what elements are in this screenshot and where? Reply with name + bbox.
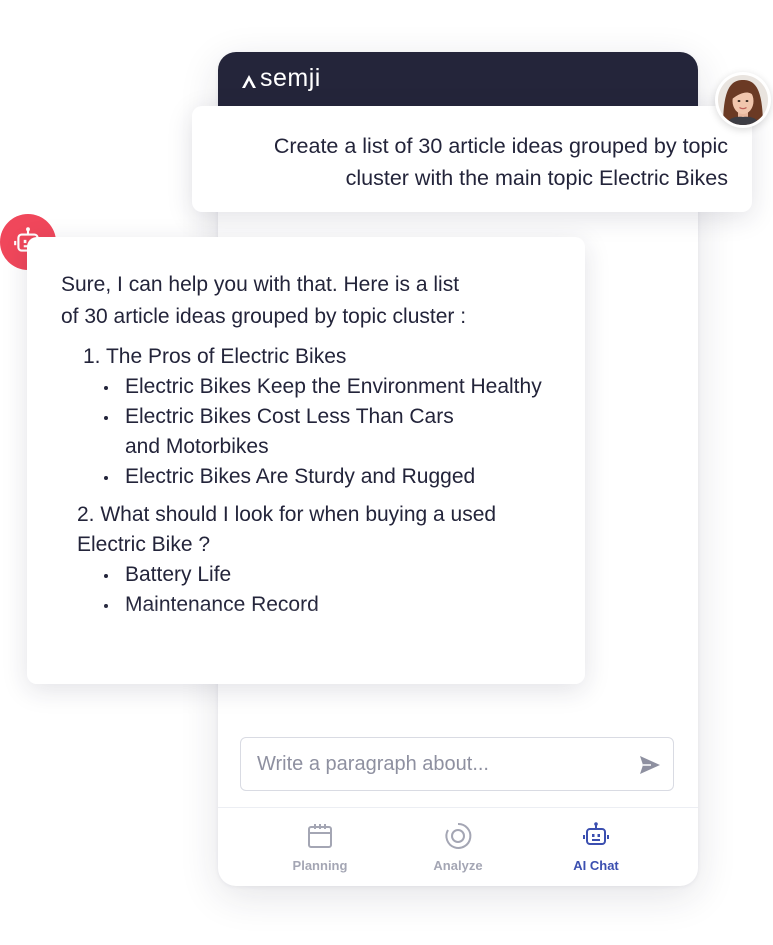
user-message-bubble: Create a list of 30 article ideas groupe…	[192, 106, 752, 212]
chat-composer[interactable]	[240, 737, 674, 791]
app-logo: semji	[240, 64, 321, 93]
user-message-text: Create a list of 30 article ideas groupe…	[208, 130, 728, 194]
text-fade-overlay	[27, 604, 585, 684]
list-item: Electric Bikes Cost Less Than Cars and M…	[101, 402, 485, 462]
section-title-line: Electric Bike ?	[77, 533, 211, 556]
user-avatar-icon	[716, 73, 770, 127]
list-item: Electric Bikes Are Sturdy and Rugged	[101, 462, 561, 492]
nav-item-analyze[interactable]: Analyze	[398, 820, 518, 873]
user-avatar	[715, 72, 771, 128]
analyze-icon	[445, 822, 472, 849]
user-message-line: Create a list of 30 article ideas groupe…	[273, 134, 728, 158]
nav-label-analyze: Analyze	[433, 858, 483, 873]
list-item: Electric Bikes Keep the Environment Heal…	[101, 372, 561, 402]
robot-icon	[583, 822, 609, 845]
prompt-input[interactable]	[255, 738, 629, 791]
bot-intro-line: of 30 article ideas grouped by topic clu…	[61, 305, 467, 328]
app-header: semji	[218, 52, 698, 106]
nav-item-ai-chat[interactable]: AI Chat	[536, 820, 656, 873]
nav-item-planning[interactable]: Planning	[260, 820, 380, 873]
nav-divider	[218, 807, 698, 808]
section-title-line: 2. What should I look for when buying a …	[77, 503, 497, 526]
logo-text: semji	[260, 64, 321, 92]
bot-intro: Sure, I can help you with that. Here is …	[61, 269, 561, 333]
send-icon[interactable]	[639, 755, 661, 775]
calendar-icon	[308, 824, 332, 848]
semji-logo-icon	[242, 74, 256, 88]
nav-label-planning: Planning	[292, 858, 348, 873]
bot-intro-line: Sure, I can help you with that. Here is …	[61, 273, 460, 296]
section-title: 2. What should I look for when buying a …	[61, 500, 561, 560]
bot-message-text: Sure, I can help you with that. Here is …	[61, 269, 561, 620]
nav-label-ai-chat: AI Chat	[573, 858, 619, 873]
section-list: Electric Bikes Keep the Environment Heal…	[61, 372, 561, 492]
list-item: Battery Life	[101, 560, 561, 590]
user-message-line: cluster with the main topic Electric Bik…	[345, 166, 728, 190]
bottom-nav: Planning Analyze AI Chat	[218, 812, 698, 882]
bot-message-bubble: Sure, I can help you with that. Here is …	[27, 237, 585, 684]
section-title: 1. The Pros of Electric Bikes	[83, 345, 347, 368]
